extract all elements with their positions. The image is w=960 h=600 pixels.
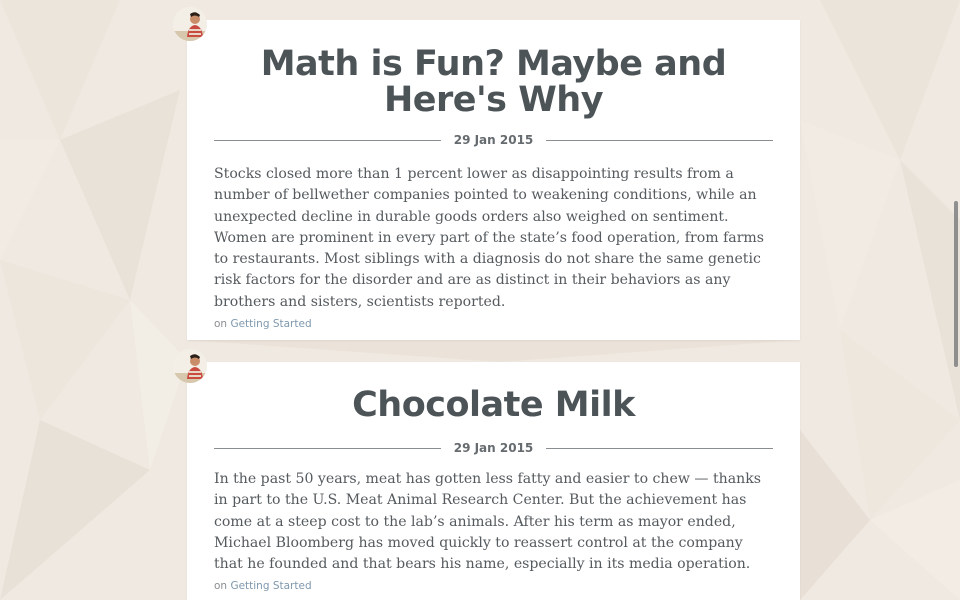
post-date: 29 Jan 2015: [453, 133, 534, 147]
post-meta: 29 Jan 2015: [214, 130, 773, 150]
post-category-line: on Getting Started: [214, 318, 773, 330]
post-card: Math is Fun? Maybe and Here's Why 29 Jan…: [187, 20, 800, 340]
avatar-icon: [173, 7, 207, 41]
category-link[interactable]: Getting Started: [230, 318, 311, 330]
divider-left: [214, 447, 441, 449]
vertical-scrollbar[interactable]: [952, 0, 960, 600]
category-prefix: on: [214, 580, 228, 593]
divider-right: [546, 139, 773, 141]
scrollbar-thumb[interactable]: [954, 201, 958, 367]
post-date: 29 Jan 2015: [453, 441, 534, 455]
avatar-icon: [173, 349, 207, 383]
post-excerpt: Stocks closed more than 1 percent lower …: [214, 166, 765, 310]
post-meta: 29 Jan 2015: [214, 438, 773, 458]
author-avatar[interactable]: [173, 7, 207, 41]
post-category-line: on Getting Started: [214, 580, 773, 592]
divider-right: [546, 447, 773, 449]
post-excerpt: In the past 50 years, meat has gotten le…: [214, 471, 761, 573]
author-avatar[interactable]: [173, 349, 207, 383]
category-link[interactable]: Getting Started: [230, 580, 311, 592]
post-title[interactable]: Math is Fun? Maybe and Here's Why: [187, 20, 800, 118]
post-title[interactable]: Chocolate Milk: [187, 362, 800, 423]
category-prefix: on: [214, 318, 228, 331]
post-card: Chocolate Milk 29 Jan 2015 In the past 5…: [187, 362, 800, 600]
divider-left: [214, 139, 441, 141]
